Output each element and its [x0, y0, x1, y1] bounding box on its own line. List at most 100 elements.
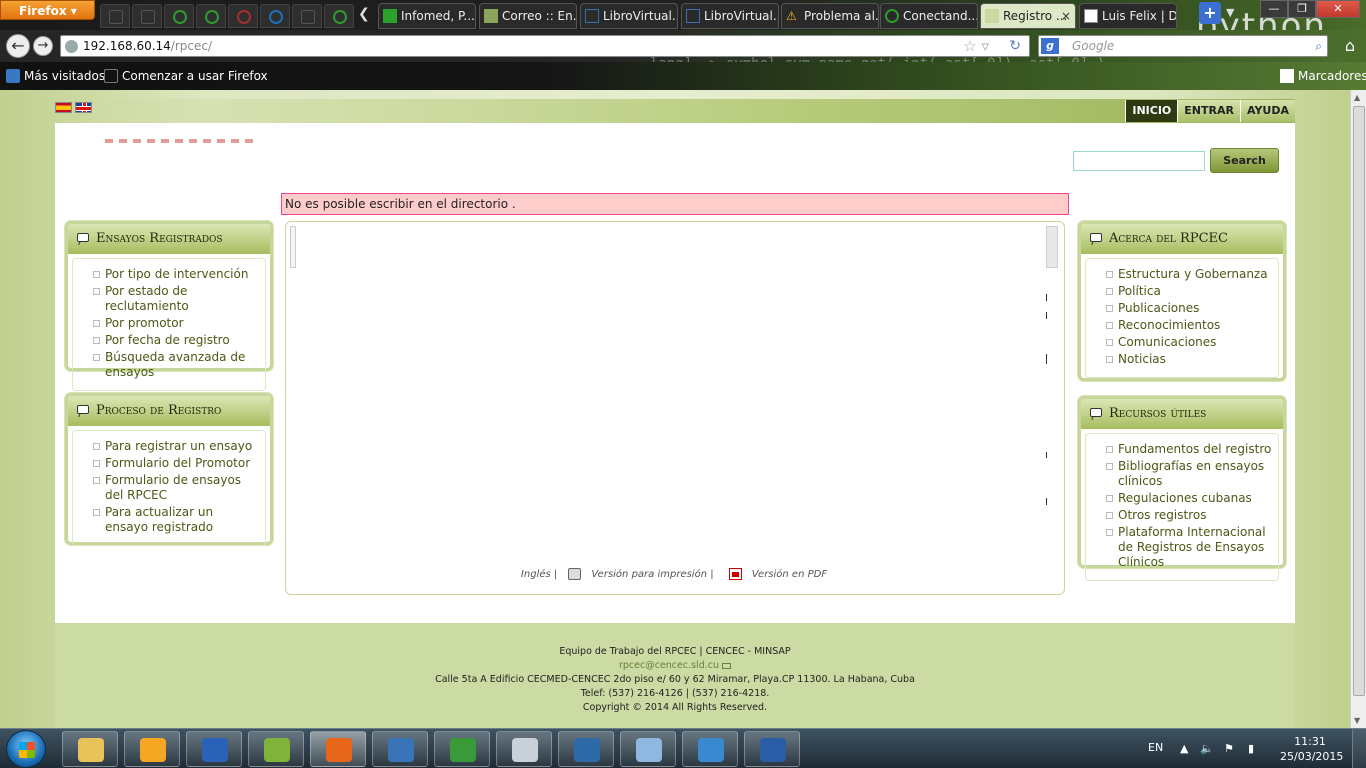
link-plataforma-internacional[interactable]: Plataforma Internacional de Registros de…	[1092, 525, 1272, 570]
link-busqueda-avanzada[interactable]: Búsqueda avanzada de ensayos	[79, 350, 259, 380]
forward-button[interactable]: →	[33, 36, 53, 56]
link-fundamentos-registro[interactable]: Fundamentos del registro	[1092, 442, 1272, 457]
input-language[interactable]: EN	[1148, 741, 1163, 754]
link-por-fecha-registro[interactable]: Por fecha de registro	[79, 333, 259, 348]
frame-scrollbar-left[interactable]	[290, 226, 296, 268]
pinned-tab[interactable]	[132, 4, 162, 28]
nav-entrar[interactable]: ENTRAR	[1177, 100, 1240, 122]
link-por-promotor[interactable]: Por promotor	[79, 316, 259, 331]
content-frame: Inglés | Versión para impresión | Versió…	[285, 221, 1065, 595]
search-bar[interactable]: g Google ⌕	[1038, 35, 1328, 57]
pinned-tab[interactable]	[196, 4, 226, 28]
link-por-tipo-intervencion[interactable]: Por tipo de intervención	[79, 267, 259, 282]
calculator-icon	[512, 738, 538, 762]
english-flag-icon[interactable]	[75, 102, 92, 113]
footer-email-link[interactable]: rpcec@cencec.sld.cu	[619, 660, 719, 671]
nav-ayuda[interactable]: AYUDA	[1239, 100, 1295, 122]
tab-librovirtual-1[interactable]: LibroVirtual....	[580, 3, 678, 29]
link-regulaciones-cubanas[interactable]: Regulaciones cubanas	[1092, 491, 1272, 506]
search-button[interactable]: Search	[1210, 148, 1279, 173]
link-por-estado-reclutamiento[interactable]: Por estado de reclutamiento	[79, 284, 259, 314]
taskbar-app-button[interactable]	[124, 731, 180, 767]
system-clock[interactable]: 11:31 25/03/2015	[1280, 734, 1343, 764]
action-center-flag-icon[interactable]: ⚑	[1224, 742, 1234, 755]
search-icon[interactable]: ⌕	[1315, 36, 1322, 56]
frame-scrollbar-right[interactable]	[1046, 226, 1058, 268]
link-reconocimientos[interactable]: Reconocimientos	[1092, 318, 1272, 333]
start-button[interactable]	[6, 730, 46, 768]
taskbar-app-button[interactable]	[620, 731, 676, 767]
list-all-tabs-button[interactable]: ▼	[1226, 6, 1234, 19]
nav-inicio[interactable]: INICIO	[1125, 100, 1178, 122]
network-icon[interactable]: ▮	[1248, 742, 1254, 755]
tab-infomed[interactable]: Infomed, P...	[378, 3, 476, 29]
pdf-icon	[728, 568, 742, 580]
link-otros-registros[interactable]: Otros registros	[1092, 508, 1272, 523]
close-tab-icon[interactable]: ×	[1061, 4, 1071, 28]
link-registrar-ensayo[interactable]: Para registrar un ensayo	[79, 439, 259, 454]
minimize-button[interactable]: —	[1260, 0, 1288, 18]
link-estructura-gobernanza[interactable]: Estructura y Gobernanza	[1092, 267, 1272, 282]
tab-label: LibroVirtual....	[603, 9, 677, 23]
home-icon[interactable]: ⌂	[1340, 36, 1360, 56]
taskbar-app-button[interactable]	[62, 731, 118, 767]
volume-icon[interactable]: 🔈	[1200, 742, 1214, 755]
scrollbar-thumb[interactable]	[1353, 106, 1365, 696]
tab-luis-felix[interactable]: Luis Felix | D...	[1079, 3, 1177, 29]
taskbar-app-button[interactable]	[558, 731, 614, 767]
link-noticias[interactable]: Noticias	[1092, 352, 1272, 367]
page-scrollbar[interactable]: ▲ ▼	[1350, 90, 1366, 728]
pinned-tab[interactable]	[324, 4, 354, 28]
bookmark-most-visited[interactable]: Más visitados	[4, 62, 105, 90]
new-tab-button[interactable]: +	[1199, 2, 1221, 24]
pinned-tab[interactable]	[292, 4, 322, 28]
bookmark-getting-started[interactable]: Comenzar a usar Firefox	[102, 62, 268, 90]
link-actualizar-ensayo[interactable]: Para actualizar un ensayo registrado	[79, 505, 259, 535]
print-version-link[interactable]: Versión para impresión |	[568, 568, 717, 580]
taskbar-app-button[interactable]	[372, 731, 428, 767]
back-button[interactable]: ←	[6, 34, 30, 58]
box-title: Recursos útiles	[1081, 399, 1283, 429]
taskbar-app-button[interactable]	[186, 731, 242, 767]
pinned-tab[interactable]	[228, 4, 258, 28]
maximize-button[interactable]: ❐	[1288, 0, 1316, 18]
pinned-tab[interactable]	[164, 4, 194, 28]
tab-problema[interactable]: ⚠ Problema al...	[781, 3, 879, 29]
tab-registro[interactable]: Registro ... ×	[980, 3, 1076, 29]
link-bibliografias[interactable]: Bibliografías en ensayos clínicos	[1092, 459, 1272, 489]
taskbar-app-button[interactable]	[434, 731, 490, 767]
tab-scroll-left-icon[interactable]: ❮	[358, 6, 370, 22]
reload-icon[interactable]: ↻	[1009, 36, 1021, 56]
close-window-button[interactable]: ✕	[1316, 0, 1360, 18]
tab-conectando[interactable]: Conectand...	[880, 3, 978, 29]
link-formulario-ensayos[interactable]: Formulario de ensayos del RPCEC	[79, 473, 259, 503]
link-comunicaciones[interactable]: Comunicaciones	[1092, 335, 1272, 350]
taskbar-app-button[interactable]	[744, 731, 800, 767]
taskbar-app-button[interactable]	[682, 731, 738, 767]
bookmarks-menu-button[interactable]: Marcadores	[1280, 62, 1366, 90]
url-bar[interactable]: 192.168.60.14/rpcec/ ☆ ▿ ↻	[60, 35, 1030, 57]
taskbar-app-button[interactable]	[310, 731, 366, 767]
url-text[interactable]: 192.168.60.14/rpcec/	[83, 36, 212, 56]
pdf-version-link[interactable]: Versión en PDF	[728, 568, 831, 580]
taskbar-app-button[interactable]	[248, 731, 304, 767]
taskbar-app-button[interactable]	[496, 731, 552, 767]
site-search-input[interactable]	[1073, 151, 1205, 171]
tray-expand-icon[interactable]: ▲	[1180, 742, 1188, 755]
tab-librovirtual-2[interactable]: LibroVirtual....	[681, 3, 779, 29]
bookmark-star-icon[interactable]: ☆ ▿	[963, 36, 989, 56]
google-icon[interactable]: g	[1041, 38, 1059, 54]
site-identity-icon[interactable]	[65, 40, 78, 53]
link-formulario-promotor[interactable]: Formulario del Promotor	[79, 456, 259, 471]
show-desktop-button[interactable]	[1352, 729, 1366, 768]
link-publicaciones[interactable]: Publicaciones	[1092, 301, 1272, 316]
pinned-tab[interactable]	[260, 4, 290, 28]
firefox-menu-button[interactable]: Firefox ▾	[0, 0, 95, 20]
english-version-link[interactable]: Inglés |	[521, 569, 557, 580]
scroll-up-icon[interactable]: ▲	[1354, 93, 1360, 102]
pinned-tab[interactable]	[100, 4, 130, 28]
tab-correo[interactable]: Correo :: En...	[479, 3, 577, 29]
spanish-flag-icon[interactable]	[55, 102, 72, 113]
scroll-down-icon[interactable]: ▼	[1354, 716, 1360, 725]
link-politica[interactable]: Política	[1092, 284, 1272, 299]
